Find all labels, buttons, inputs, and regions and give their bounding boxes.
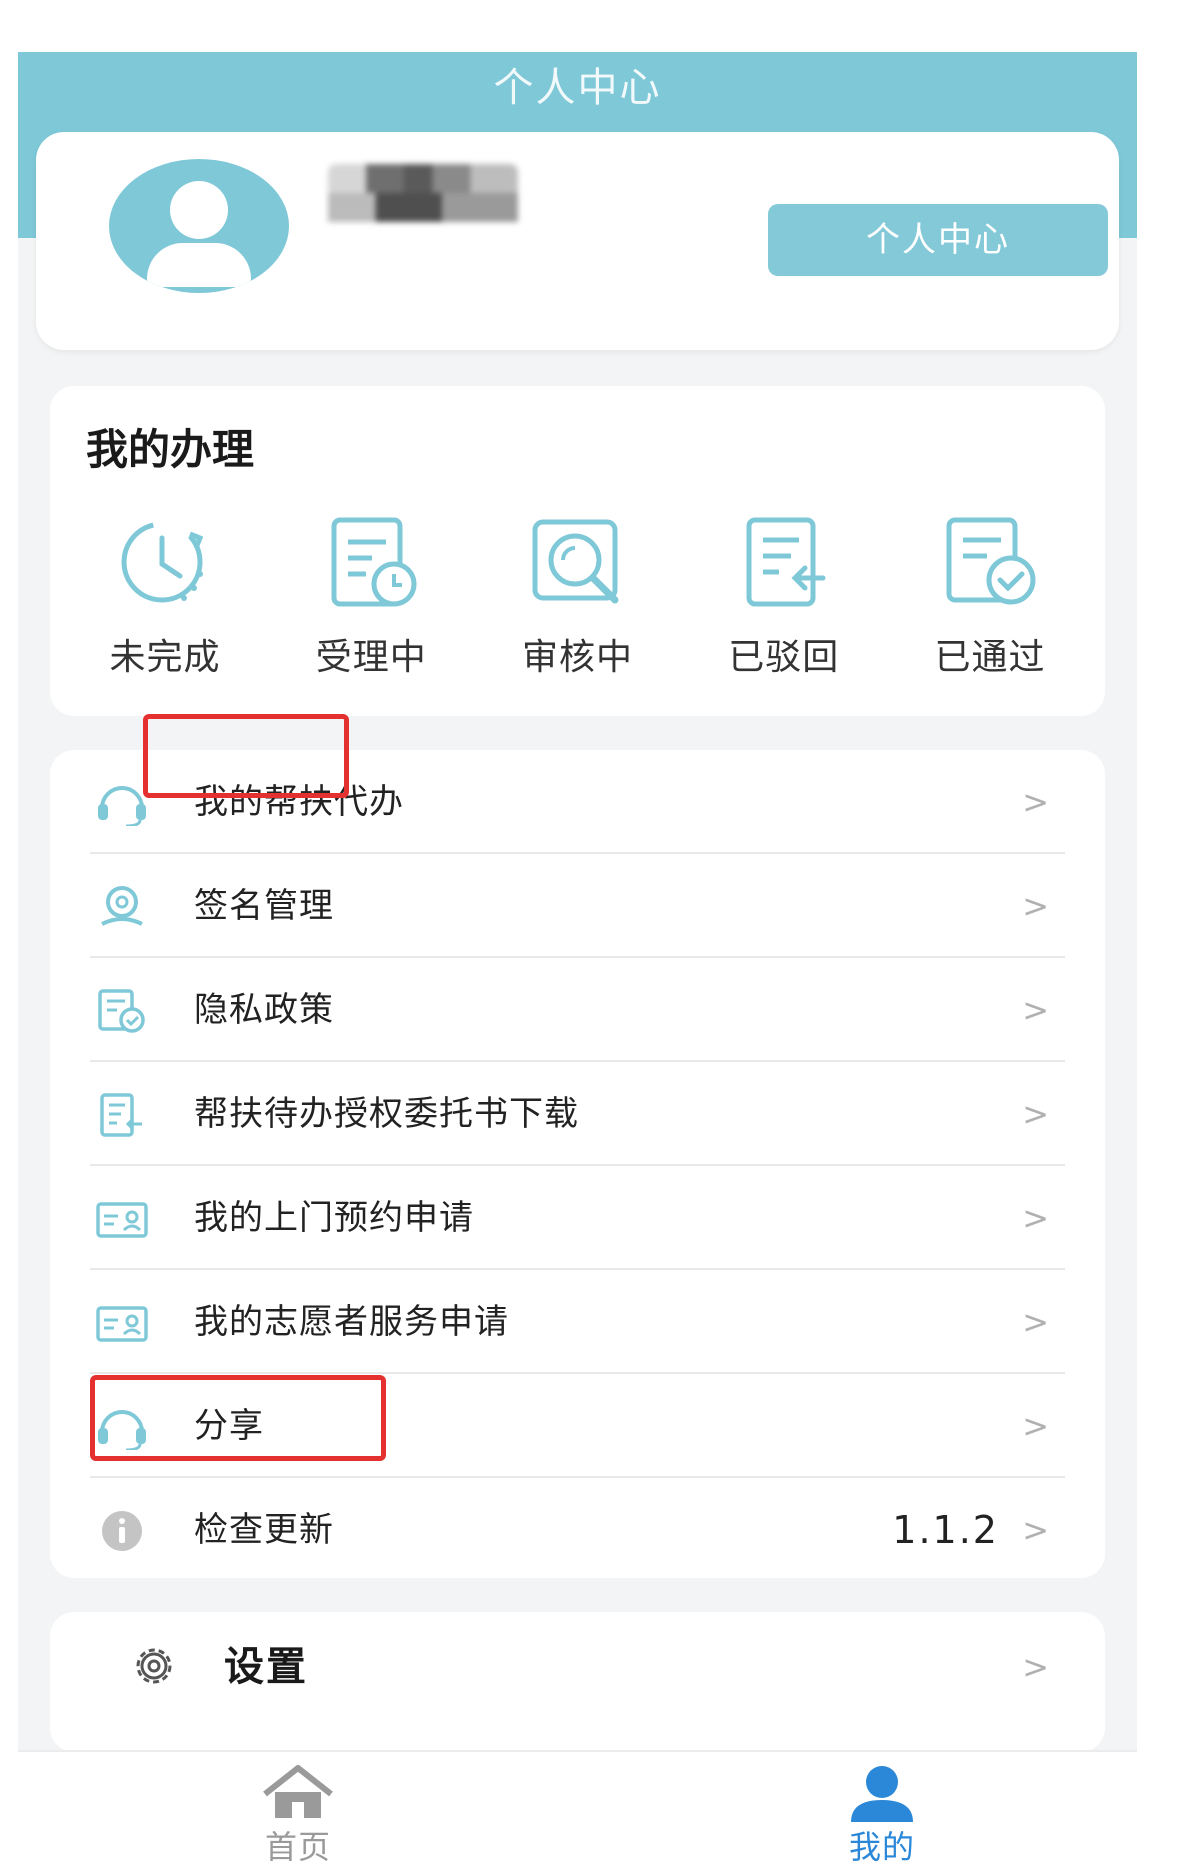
- settings-label: 设置: [224, 1644, 308, 1690]
- menu-label: 我的志愿者服务申请: [194, 1302, 509, 1342]
- blurred-username: [328, 164, 518, 222]
- signature-pin-icon: [101, 886, 143, 926]
- menu-label: 分享: [194, 1406, 264, 1446]
- menu-item-signature-management[interactable]: 签名管理 >: [90, 854, 1065, 958]
- status-reviewing[interactable]: 审核中: [483, 514, 673, 694]
- chevron-right-icon: >: [1022, 1199, 1049, 1237]
- chevron-right-icon: >: [1022, 1303, 1049, 1341]
- chevron-right-icon: >: [1022, 887, 1049, 925]
- status-processing[interactable]: 受理中: [276, 514, 466, 694]
- status-approved[interactable]: 已通过: [895, 514, 1085, 694]
- magnifier-review-icon: [532, 519, 618, 604]
- tab-label: 我的: [848, 1828, 915, 1866]
- avatar[interactable]: [109, 159, 289, 293]
- document-clock-icon: [331, 517, 417, 607]
- menu-label: 我的帮扶代办: [194, 782, 404, 822]
- chevron-right-icon: >: [1022, 1407, 1049, 1445]
- avatar-head: [170, 181, 228, 239]
- menu-label: 帮扶待办授权委托书下载: [194, 1094, 579, 1134]
- chevron-right-icon: >: [1022, 991, 1049, 1029]
- version-number: 1.1.2: [892, 1508, 999, 1552]
- menu-item-check-update[interactable]: 检查更新 1.1.2 >: [90, 1478, 1065, 1582]
- profile-center-button[interactable]: 个人中心: [768, 204, 1108, 276]
- menu-label: 签名管理: [194, 886, 334, 926]
- gear-icon: [136, 1648, 172, 1684]
- id-card-icon: [96, 1306, 148, 1342]
- headset-icon: [98, 786, 146, 826]
- menu-item-authorization-download[interactable]: 帮扶待办授权委托书下载 >: [90, 1062, 1065, 1166]
- menu-item-share[interactable]: 分享 >: [90, 1374, 1065, 1478]
- settings-row[interactable]: 设置 >: [50, 1612, 1105, 1752]
- chevron-right-icon: >: [1022, 1648, 1049, 1686]
- document-download-icon: [100, 1093, 142, 1137]
- bottom-navigation: 首页 我的: [18, 1750, 1137, 1868]
- document-check-icon: [98, 989, 145, 1033]
- tab-mine[interactable]: 我的: [802, 1752, 962, 1868]
- home-icon: [263, 1765, 333, 1818]
- my-handling-card: 我的办理 未完成 受理中 审核中 已驳回 已通过: [50, 386, 1105, 716]
- person-icon: [851, 1766, 913, 1822]
- status-label: 已驳回: [728, 637, 840, 678]
- menu-item-assist-agent[interactable]: 我的帮扶代办 >: [90, 750, 1065, 854]
- tab-home[interactable]: 首页: [218, 1752, 378, 1868]
- id-card-icon: [96, 1202, 148, 1238]
- menu-label: 隐私政策: [194, 990, 334, 1030]
- section-title: 我的办理: [86, 425, 255, 474]
- info-icon: [102, 1511, 142, 1551]
- menu-list: 我的帮扶代办 > 签名管理 > 隐私政策 > 帮扶待办授权委托书下载 > 我的上…: [50, 750, 1105, 1578]
- document-check-icon: [946, 517, 1036, 605]
- status-row: 未完成 受理中 审核中 已驳回 已通过: [70, 514, 1085, 694]
- tab-label: 首页: [264, 1828, 331, 1866]
- menu-label: 检查更新: [194, 1510, 334, 1550]
- status-label: 审核中: [521, 637, 633, 678]
- headset-icon: [98, 1410, 146, 1450]
- chevron-right-icon: >: [1022, 783, 1049, 821]
- status-label: 未完成: [109, 637, 221, 678]
- clock-icon: [121, 521, 204, 603]
- page-title: 个人中心: [493, 65, 662, 111]
- document-return-icon: [746, 517, 826, 607]
- status-label: 受理中: [315, 637, 427, 678]
- menu-item-home-visit-appointment[interactable]: 我的上门预约申请 >: [90, 1166, 1065, 1270]
- profile-card: 个人中心: [36, 132, 1119, 350]
- status-label: 已通过: [934, 637, 1046, 678]
- chevron-right-icon: >: [1022, 1511, 1049, 1549]
- mobile-screen: 个人中心 个人中心 我的办理 未完成 受理中 审核中 已驳回 已通过 我的帮扶代…: [18, 52, 1137, 1868]
- menu-label: 我的上门预约申请: [194, 1198, 474, 1238]
- menu-item-privacy-policy[interactable]: 隐私政策 >: [90, 958, 1065, 1062]
- chevron-right-icon: >: [1022, 1095, 1049, 1133]
- avatar-body: [147, 243, 251, 287]
- status-rejected[interactable]: 已驳回: [689, 514, 879, 694]
- status-incomplete[interactable]: 未完成: [70, 514, 260, 694]
- menu-item-volunteer-service[interactable]: 我的志愿者服务申请 >: [90, 1270, 1065, 1374]
